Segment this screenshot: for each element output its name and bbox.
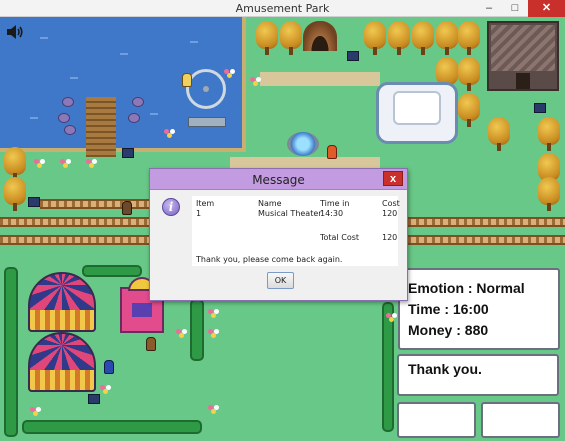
tree (458, 57, 480, 91)
maximize-button[interactable]: □ (502, 0, 528, 17)
money-label: Money : 880 (408, 322, 489, 338)
npc-character[interactable] (146, 337, 156, 351)
header-time: Time in (320, 199, 350, 208)
tree (4, 177, 26, 211)
fence (408, 217, 565, 227)
fountain (287, 132, 319, 156)
house (487, 21, 559, 91)
fence (0, 235, 150, 245)
npc-character[interactable] (104, 360, 114, 374)
circus-tent (28, 332, 96, 392)
flower (224, 69, 229, 74)
player-character[interactable] (327, 145, 337, 159)
fence (408, 235, 565, 245)
dialog-close-button[interactable]: x (383, 171, 403, 186)
row-cost: 120 (382, 209, 398, 218)
dialog-titlebar: Message x (150, 169, 407, 190)
flower (164, 129, 169, 134)
header-name: Name (258, 199, 282, 208)
total-cost-value: 120 (382, 233, 398, 242)
tree (458, 21, 480, 55)
tree (256, 21, 278, 55)
fence (0, 217, 150, 227)
hedge (82, 265, 142, 277)
dirt-path (260, 72, 380, 86)
thank-you-footer: Thank you, please come back again. (196, 255, 343, 264)
flower (250, 77, 255, 82)
info-icon: i (162, 198, 180, 216)
flower (208, 329, 213, 334)
receipt-table: Item Name Time in Cost 1 Musical Theater… (192, 196, 400, 266)
stage-building (376, 82, 458, 144)
emotion-label: Emotion : Normal (408, 280, 525, 296)
status-panel: Emotion : Normal Time : 16:00 Money : 88… (398, 268, 560, 350)
tree (458, 93, 480, 127)
message-text: Thank you. (408, 361, 482, 377)
row-item: 1 (196, 209, 202, 218)
flower (60, 159, 65, 164)
header-cost: Cost (382, 199, 400, 208)
time-label: Time : 16:00 (408, 301, 489, 317)
hedge (190, 299, 204, 361)
empty-panel-right (481, 402, 560, 438)
message-panel: Thank you. (397, 354, 559, 396)
npc-character[interactable] (122, 201, 132, 215)
flower (176, 329, 181, 334)
total-cost-label: Total Cost (320, 233, 360, 242)
ok-button[interactable]: OK (267, 272, 294, 289)
row-name: Musical Theater (258, 209, 322, 218)
tree (538, 177, 560, 211)
window-titlebar: Amusement Park – □ ✕ (0, 0, 565, 17)
signpost[interactable] (88, 394, 100, 404)
signpost[interactable] (122, 148, 134, 158)
tree (436, 21, 458, 55)
header-item: Item (196, 199, 215, 208)
tree (412, 21, 434, 55)
flower (208, 309, 213, 314)
ferris-wheel (186, 69, 226, 109)
npc-character[interactable] (182, 73, 192, 87)
flower (34, 159, 39, 164)
tree (488, 117, 510, 151)
signpost[interactable] (534, 103, 546, 113)
hedge (22, 420, 202, 434)
flower (30, 407, 35, 412)
hedge (4, 267, 18, 437)
empty-panel-left (397, 402, 476, 438)
minimize-button[interactable]: – (476, 0, 502, 17)
signpost[interactable] (347, 51, 359, 61)
tree (364, 21, 386, 55)
tree (538, 117, 560, 151)
speaker-icon[interactable] (6, 24, 24, 40)
water-creature (128, 113, 140, 123)
dialog-title: Message (252, 173, 305, 187)
circus-tent (28, 272, 96, 332)
flower (386, 313, 391, 318)
water-creature (132, 97, 144, 107)
tree (280, 21, 302, 55)
water-creature (62, 97, 74, 107)
fence (40, 199, 150, 209)
flower (86, 159, 91, 164)
flower (100, 385, 105, 390)
message-dialog: Message x i Item Name Time in Cost 1 Mus… (149, 168, 408, 301)
hedge (382, 302, 394, 432)
cave-entrance (303, 21, 337, 51)
row-time: 14:30 (320, 209, 344, 218)
tree (4, 147, 26, 181)
tree (388, 21, 410, 55)
close-window-button[interactable]: ✕ (528, 0, 565, 17)
water-creature (58, 113, 70, 123)
wooden-pier (86, 97, 116, 157)
ferris-wheel-base (188, 117, 226, 127)
water-creature (64, 125, 76, 135)
flower (208, 405, 213, 410)
signpost[interactable] (28, 197, 40, 207)
